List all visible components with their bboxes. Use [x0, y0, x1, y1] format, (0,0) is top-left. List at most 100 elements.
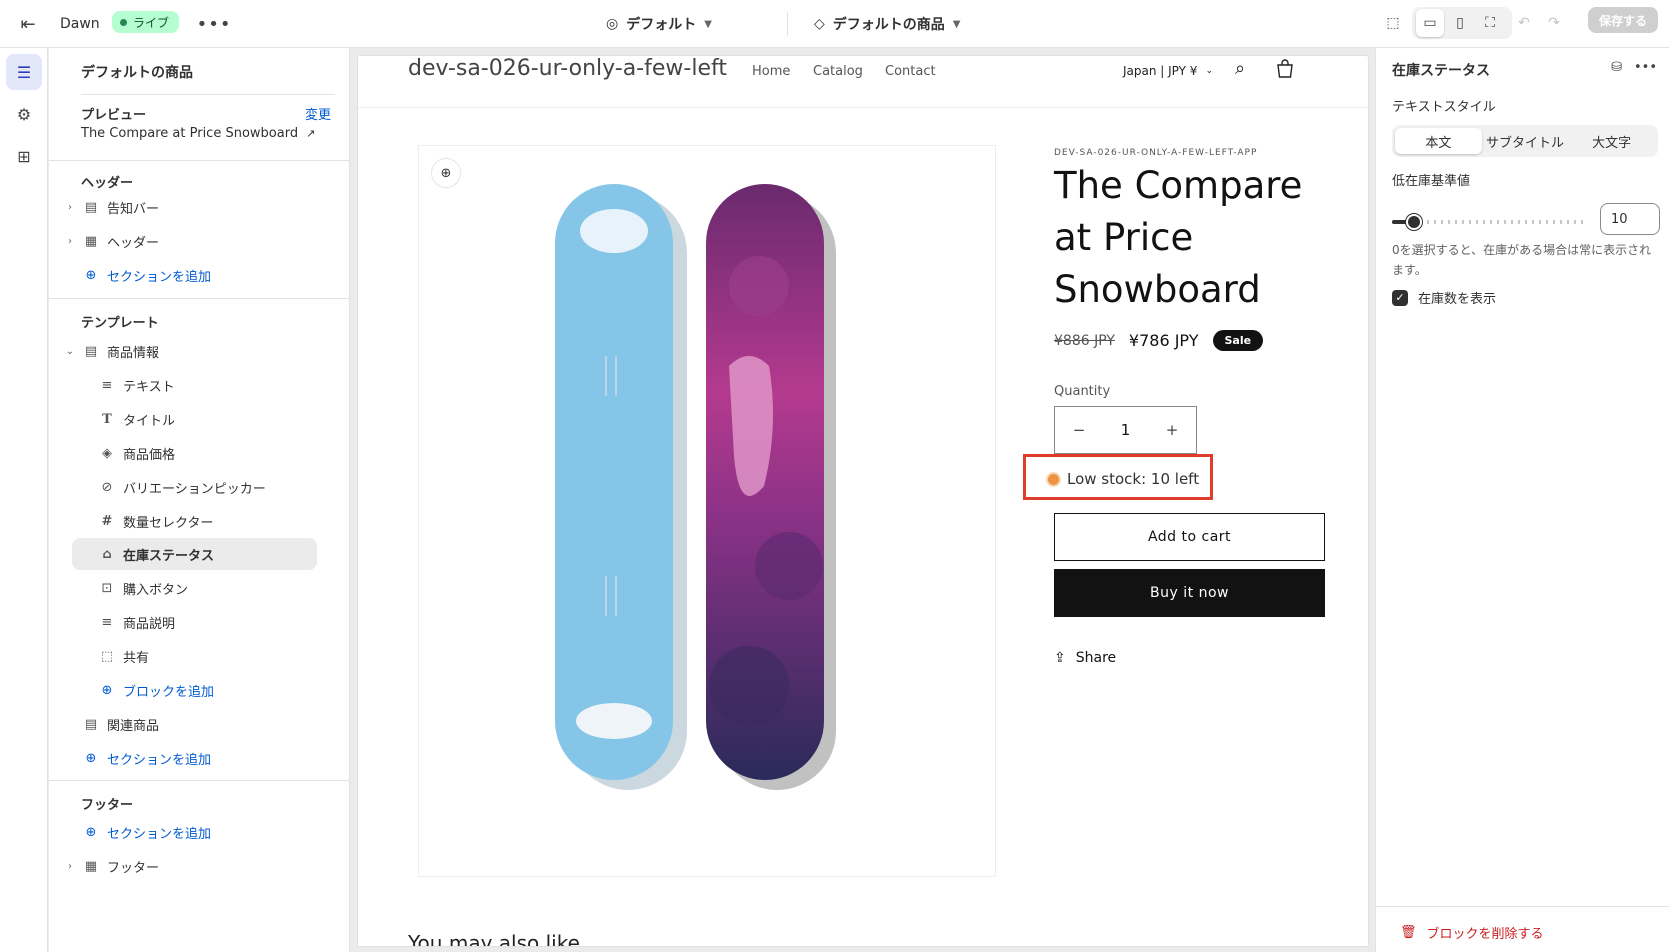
undo-icon[interactable]: ↶ [1510, 9, 1538, 37]
quantity-stepper: − 1 + [1054, 406, 1197, 454]
template-dropdown[interactable]: ◇ デフォルトの商品 ▼ [814, 10, 960, 38]
search-icon[interactable]: ⌕ [1235, 58, 1245, 79]
show-count-label: 在庫数を表示 [1418, 292, 1497, 307]
nav-home[interactable]: Home [752, 64, 790, 79]
delete-block-button[interactable]: 🗑 ブロックを削除する [1400, 923, 1544, 942]
tree-item-related-products[interactable]: ▤ 関連商品 [83, 708, 159, 740]
header-section-icon: ▦ [84, 233, 98, 249]
threshold-input[interactable]: 10 [1600, 203, 1660, 235]
cart-icon[interactable] [1274, 58, 1296, 80]
add-section-template[interactable]: ⊕ セクションを追加 [83, 742, 211, 774]
related-products-heading: You may also like [408, 931, 580, 946]
add-circle-icon: ⊕ [85, 824, 97, 840]
block-label: 数量セレクター [123, 515, 214, 531]
block-label: 商品説明 [123, 616, 176, 632]
product-media[interactable]: ⊕ [418, 145, 996, 877]
settings-title-actions: ⛁ ••• [1611, 60, 1657, 75]
inspector-icon[interactable]: ⬚ [1379, 9, 1407, 37]
add-block-button[interactable]: ⊕ ブロックを追加 [99, 674, 214, 706]
preview-product[interactable]: The Compare at Price Snowboard ↗ [81, 126, 315, 141]
divider [49, 160, 350, 161]
minus-icon[interactable]: − [1067, 421, 1091, 439]
show-count-checkbox-row[interactable]: ✓ 在庫数を表示 [1392, 288, 1496, 307]
nav-contact[interactable]: Contact [885, 64, 936, 79]
block-label: 在庫ステータス [123, 548, 215, 564]
desktop-view-icon[interactable]: ▭ [1416, 9, 1444, 37]
block-share[interactable]: ⬚ 共有 [99, 640, 149, 672]
add-section-footer[interactable]: ⊕ セクションを追加 [83, 816, 211, 848]
theme-name: Dawn [60, 16, 100, 32]
tree-item-label: フッター [107, 860, 160, 876]
apps-icon[interactable]: ⊞ [6, 138, 42, 174]
redo-icon[interactable]: ↷ [1540, 9, 1568, 37]
preset-dropdown-label: デフォルト [626, 17, 697, 33]
store-header: dev-sa-026-ur-only-a-few-left Home Catal… [358, 56, 1368, 108]
tree-item-footer[interactable]: › ▦ フッター [63, 850, 159, 882]
add-section-label: セクションを追加 [107, 269, 212, 285]
block-text[interactable]: ≡ テキスト [99, 369, 175, 401]
globe-icon: ◎ [606, 16, 619, 32]
save-button[interactable]: 保存する [1588, 7, 1658, 33]
chevron-right-icon: › [68, 201, 72, 213]
template-dropdown-label: デフォルトの商品 [832, 17, 945, 33]
text-lines-icon: ≡ [101, 614, 113, 630]
store-name[interactable]: dev-sa-026-ur-only-a-few-left [408, 56, 727, 81]
block-buy-buttons[interactable]: ⊡ 購入ボタン [99, 572, 188, 604]
add-to-cart-button[interactable]: Add to cart [1054, 513, 1325, 561]
buy-now-button[interactable]: Buy it now [1054, 569, 1325, 617]
footer-section-icon: ▦ [84, 858, 98, 874]
more-actions-icon[interactable]: ••• [1634, 60, 1657, 75]
add-circle-icon: ⊕ [85, 750, 97, 766]
live-badge-label: ライブ [133, 15, 170, 30]
add-section-header[interactable]: ⊕ セクションを追加 [83, 259, 211, 291]
block-price[interactable]: ◈ 商品価格 [99, 437, 175, 469]
block-label: 購入ボタン [123, 582, 189, 598]
inventory-status[interactable]: Low stock: 10 left [1048, 470, 1199, 488]
text-style-uppercase[interactable]: 大文字 [1568, 128, 1655, 154]
text-style-label: テキストスタイル [1392, 100, 1496, 115]
live-dot-icon [120, 18, 127, 26]
exit-icon[interactable]: ⇤ [14, 10, 42, 38]
threshold-help-text: 0を選択すると、在庫がある場合は常に表示されます。 [1392, 243, 1652, 277]
block-quantity-selector[interactable]: # 数量セレクター [99, 505, 214, 537]
mobile-view-icon[interactable]: ▯ [1446, 9, 1474, 37]
text-style-body[interactable]: 本文 [1395, 128, 1482, 154]
fullscreen-view-icon[interactable]: ⛶ [1476, 9, 1504, 37]
product-vendor: DEV-SA-026-UR-ONLY-A-FEW-LEFT-APP [1054, 148, 1258, 158]
more-actions-icon[interactable]: ••• [197, 10, 231, 38]
theme-settings-icon[interactable]: ⚙ [6, 96, 42, 132]
section-tree-panel: デフォルトの商品 プレビュー 変更 The Compare at Price S… [49, 48, 350, 952]
change-preview-link[interactable]: 変更 [305, 104, 331, 123]
text-style-subtitle[interactable]: サブタイトル [1482, 128, 1569, 154]
threshold-label: 低在庫基準値 [1392, 174, 1471, 189]
checkbox-checked-icon[interactable]: ✓ [1392, 289, 1408, 306]
preview-product-name: The Compare at Price Snowboard [81, 126, 299, 141]
price-tag-icon: ◈ [102, 445, 112, 461]
share-button[interactable]: ⇪ Share [1054, 650, 1116, 666]
block-label: 共有 [123, 650, 150, 666]
region-label: Japan | JPY ¥ [1123, 64, 1198, 78]
top-bar: ⇤ Dawn ライブ ••• ◎ デフォルト ▼ ◇ デフォルトの商品 ▼ ⬚ … [0, 0, 1669, 48]
threshold-slider-thumb[interactable] [1406, 214, 1422, 230]
preset-dropdown[interactable]: ◎ デフォルト ▼ [606, 10, 712, 38]
divider [1376, 906, 1669, 907]
block-description[interactable]: ≡ 商品説明 [99, 606, 175, 638]
block-label: テキスト [123, 379, 175, 395]
database-icon[interactable]: ⛁ [1611, 60, 1622, 75]
tree-item-announcement-bar[interactable]: › ▤ 告知バー [63, 191, 159, 223]
block-variant-picker[interactable]: ⊘ バリエーションピッカー [99, 471, 266, 503]
tree-item-product-info[interactable]: ⌄ ▤ 商品情報 [63, 335, 159, 367]
region-selector[interactable]: Japan | JPY ¥ ⌄ [1123, 64, 1213, 78]
plus-icon[interactable]: + [1160, 421, 1184, 439]
block-inventory-status[interactable]: ⌂ 在庫ステータス [72, 538, 317, 570]
nav-catalog[interactable]: Catalog [813, 64, 863, 79]
quantity-value[interactable]: 1 [1121, 421, 1131, 439]
tree-item-header[interactable]: › ▦ ヘッダー [63, 225, 159, 257]
sections-icon[interactable]: ☰ [6, 54, 42, 90]
chevron-down-icon: ▼ [952, 18, 961, 30]
chevron-down-icon: ⌄ [65, 345, 75, 357]
section-icon: ▤ [84, 343, 98, 359]
sale-badge: Sale [1212, 330, 1264, 351]
block-title[interactable]: T タイトル [99, 403, 175, 435]
tree-item-label: 関連商品 [107, 718, 160, 734]
